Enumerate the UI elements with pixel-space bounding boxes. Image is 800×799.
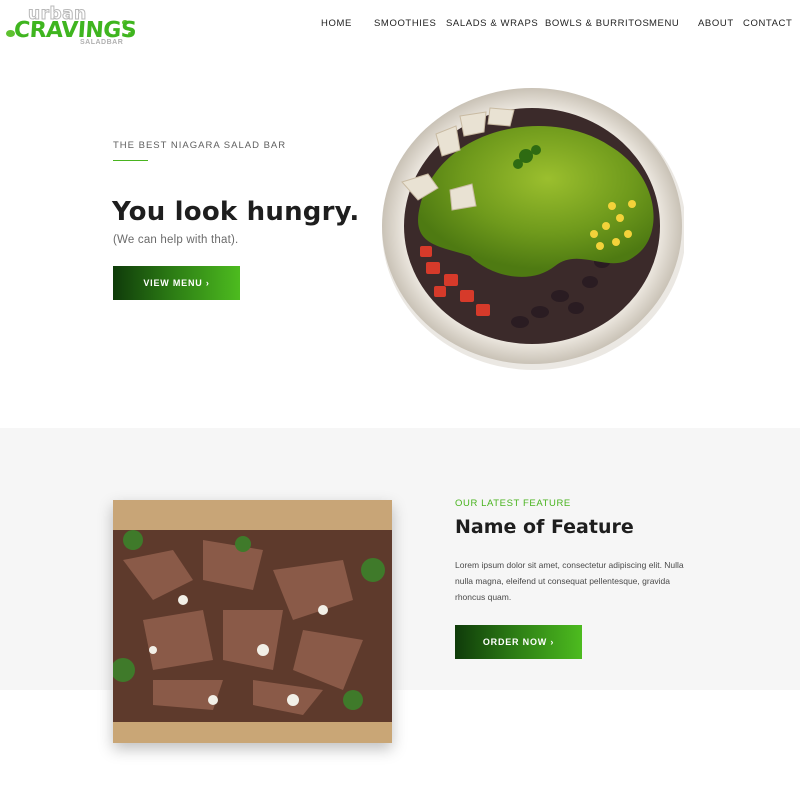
feature-salad-photo xyxy=(113,500,392,743)
order-now-button[interactable]: ORDER NOW › xyxy=(455,625,582,659)
eyebrow-divider xyxy=(113,160,148,161)
nav-item-about[interactable]: ABOUT xyxy=(698,18,734,29)
hero-eyebrow: THE BEST NIAGARA SALAD BAR xyxy=(113,140,287,151)
feature-description: Lorem ipsum dolor sit amet, consectetur … xyxy=(455,560,684,602)
nav-item-home[interactable]: HOME xyxy=(321,18,352,29)
feature-kicker: OUR LATEST FEATURE xyxy=(455,498,571,509)
nav-item-salads-wraps[interactable]: SALADS & WRAPS xyxy=(446,18,538,29)
nav-item-contact[interactable]: CONTACT xyxy=(743,18,792,29)
nav-item-smoothies[interactable]: SMOOTHIES xyxy=(374,18,436,29)
hero-subtitle: (We can help with that). xyxy=(113,234,239,246)
salad-bowl-image xyxy=(382,88,684,370)
feature-title: Name of Feature xyxy=(455,516,634,538)
main-navigation: HOME SMOOTHIES SALADS & WRAPS BOWLS & BU… xyxy=(0,18,800,32)
view-menu-button[interactable]: VIEW MENU › xyxy=(113,266,240,300)
nav-item-bowls-burritos[interactable]: BOWLS & BURRITOS xyxy=(545,18,649,29)
hero-title: You look hungry. xyxy=(112,197,360,227)
logo-word-saladbar: SALADBAR xyxy=(80,39,124,46)
nav-item-menu[interactable]: MENU xyxy=(649,18,679,29)
